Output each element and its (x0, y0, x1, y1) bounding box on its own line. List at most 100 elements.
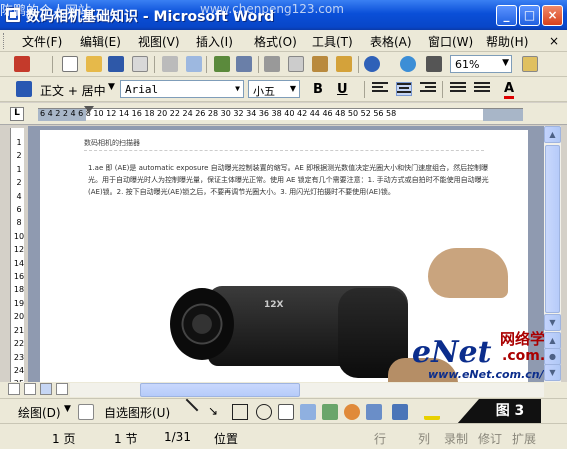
copy-icon[interactable] (288, 56, 304, 72)
document-page[interactable]: 数码相机的扫描器 1.ae 即 (AE)是 automatic exposure… (40, 130, 544, 382)
paste-icon[interactable] (312, 56, 328, 72)
textbox-icon[interactable] (278, 404, 294, 420)
close-button[interactable]: × (542, 5, 563, 26)
standard-toolbar: 61% ▼ (0, 52, 567, 77)
menu-window[interactable]: 窗口(W) (428, 33, 473, 50)
status-position: 位置 (214, 432, 239, 446)
hscroll-track[interactable] (70, 383, 544, 397)
fill-color-icon[interactable] (424, 404, 440, 420)
web-view-icon[interactable] (24, 383, 36, 395)
scroll-up-icon[interactable]: ▲ (544, 126, 561, 143)
print-layout-icon[interactable] (40, 383, 52, 395)
autoshapes-menu[interactable]: 自选图形(U) (104, 404, 170, 421)
underline-button[interactable]: U (337, 82, 348, 97)
vertical-ruler-tick: 23 (13, 352, 25, 362)
page-header: 数码相机的扫描器 (84, 138, 484, 151)
close-document-icon[interactable]: × (549, 34, 559, 48)
enet-logo: eNet (412, 335, 492, 370)
camera-lens (170, 288, 234, 360)
style-select[interactable]: 正文 + 居中 (40, 82, 106, 99)
vertical-ruler-tick: 10 (13, 231, 25, 241)
arrow-icon[interactable]: ↘ (208, 404, 218, 418)
menu-insert[interactable]: 插入(I) (196, 33, 233, 50)
menu-help[interactable]: 帮助(H) (486, 33, 528, 50)
font-select[interactable]: Arial ▼ (120, 80, 244, 98)
menu-table[interactable]: 表格(A) (370, 33, 412, 50)
menu-tools[interactable]: 工具(T) (312, 33, 353, 50)
oval-icon[interactable] (256, 404, 272, 420)
bullets-icon[interactable] (474, 82, 490, 96)
minimize-button[interactable]: _ (496, 5, 517, 26)
previous-page-icon[interactable]: ▲ (544, 332, 561, 349)
select-objects-icon[interactable] (78, 404, 94, 420)
spelling-icon[interactable] (214, 56, 230, 72)
permission-icon[interactable] (132, 56, 148, 72)
align-center-icon[interactable] (396, 82, 412, 96)
hscroll-thumb[interactable] (140, 383, 300, 397)
line-icon[interactable] (185, 398, 199, 412)
read-mode-icon[interactable] (522, 56, 538, 72)
status-rec[interactable]: 录制 (444, 430, 468, 447)
indent-marker[interactable] (84, 106, 94, 113)
align-right-icon[interactable] (420, 82, 436, 96)
status-line: 行 (374, 432, 387, 446)
hyperlink-icon[interactable] (400, 56, 416, 72)
scroll-down-icon[interactable]: ▼ (544, 314, 561, 331)
bold-button[interactable]: B (313, 82, 323, 97)
align-left-icon[interactable] (372, 82, 388, 96)
print-icon[interactable] (162, 56, 178, 72)
research-icon[interactable] (236, 56, 252, 72)
maximize-button[interactable]: □ (519, 5, 540, 26)
chevron-down-icon[interactable]: ▼ (108, 82, 115, 92)
vertical-ruler-tick: 8 (16, 218, 22, 228)
new-document-icon[interactable] (62, 56, 78, 72)
menu-format[interactable]: 格式(O) (254, 33, 297, 50)
pdf-icon[interactable] (14, 56, 30, 72)
vertical-ruler-tick: 18 (13, 285, 25, 295)
open-folder-icon[interactable] (86, 56, 102, 72)
status-bar: 1 页 1 节 1/31 位置 行 列 录制 修订 扩展 (0, 423, 567, 449)
numbering-icon[interactable] (450, 82, 466, 96)
status-ext[interactable]: 扩展 (512, 430, 536, 447)
show-formatting-icon[interactable] (426, 56, 442, 72)
status-section: 1 节 (114, 432, 138, 446)
insert-picture-icon[interactable] (392, 404, 408, 420)
tab-selector[interactable]: L (10, 107, 24, 121)
clipart-icon[interactable] (344, 404, 360, 420)
wordart-icon[interactable] (300, 404, 316, 420)
next-page-icon[interactable]: ▼ (544, 364, 561, 381)
undo-icon[interactable] (364, 56, 380, 72)
save-icon[interactable] (108, 56, 124, 72)
vertical-ruler-tick: 24 (13, 365, 25, 375)
vertical-scrollbar[interactable]: ▲ ▼ ▲ ● ▼ (544, 126, 561, 382)
menu-view[interactable]: 视图(V) (138, 33, 180, 50)
toolbar-separator (52, 56, 53, 73)
enet-url: www.eNet.com.cn/eschool (428, 368, 544, 381)
format-painter-icon[interactable] (336, 56, 352, 72)
print-preview-icon[interactable] (186, 56, 202, 72)
menubar-grip[interactable] (3, 33, 6, 49)
menu-file[interactable]: 文件(F) (22, 33, 62, 50)
chevron-down-icon: ▼ (289, 84, 296, 93)
horizontal-ruler: L 6 4 2 2 4 6 8 10 12 14 16 18 20 22 24 … (0, 103, 567, 125)
cut-icon[interactable] (264, 56, 280, 72)
body-paragraph[interactable]: 1.ae 即 (AE)是 automatic exposure 自动曝光控制装置… (88, 162, 493, 198)
vertical-ruler-tick: 19 (13, 298, 25, 308)
draw-menu[interactable]: 绘图(D) (18, 404, 61, 421)
vertical-ruler-tick: 14 (13, 258, 25, 268)
zoom-select[interactable]: 61% ▼ (450, 55, 512, 73)
rectangle-icon[interactable] (232, 404, 248, 420)
chevron-down-icon[interactable]: ▼ (64, 404, 71, 414)
camera-photo[interactable]: 12X (168, 248, 508, 382)
browse-object-icon[interactable]: ● (544, 348, 561, 365)
styles-pane-icon[interactable] (16, 81, 32, 97)
status-trk[interactable]: 修订 (478, 430, 502, 447)
outline-view-icon[interactable] (56, 383, 68, 395)
font-color-button[interactable]: A (504, 82, 515, 99)
picture-icon[interactable] (366, 404, 382, 420)
diagram-icon[interactable] (322, 404, 338, 420)
normal-view-icon[interactable] (8, 383, 20, 395)
menu-edit[interactable]: 编辑(E) (80, 33, 121, 50)
font-size-select[interactable]: 小五 ▼ (248, 80, 300, 98)
scroll-thumb[interactable] (545, 145, 560, 313)
